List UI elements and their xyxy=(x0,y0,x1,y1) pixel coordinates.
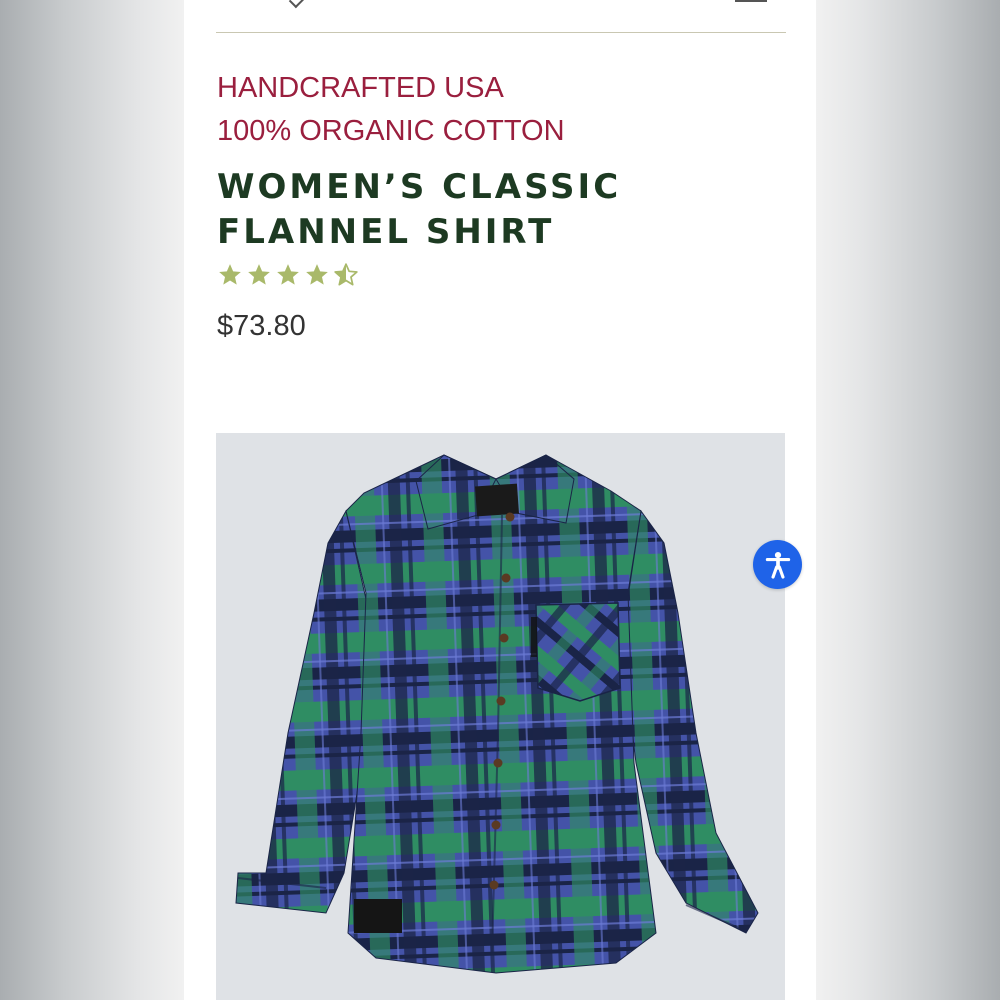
star-full-icon xyxy=(219,264,241,285)
menu-icon[interactable] xyxy=(735,0,767,2)
star-full-icon xyxy=(277,264,299,285)
product-eyebrow-origin: HANDCRAFTED USA xyxy=(217,72,504,104)
star-half-icon xyxy=(334,263,358,286)
product-title-line2: FLANNEL SHIRT xyxy=(217,212,555,252)
star-full-icon xyxy=(248,264,270,285)
right-background xyxy=(816,0,1000,1000)
star-full-icon xyxy=(306,264,328,285)
product-rating[interactable] xyxy=(217,262,359,288)
back-chevron-icon[interactable] xyxy=(288,0,308,9)
accessibility-person-icon xyxy=(765,551,790,579)
product-title-line1: WOMEN’S CLASSIC xyxy=(217,167,622,207)
product-title: WOMEN’S CLASSIC FLANNEL SHIRT xyxy=(217,165,621,255)
left-background xyxy=(0,0,184,1000)
product-price: $73.80 xyxy=(217,310,306,342)
product-eyebrow-material: 100% ORGANIC COTTON xyxy=(217,115,565,147)
accessibility-button[interactable] xyxy=(753,540,802,589)
header-divider xyxy=(216,32,786,33)
product-page: HANDCRAFTED USA 100% ORGANIC COTTON WOME… xyxy=(184,0,816,1000)
plaid-flannel-shirt-icon xyxy=(235,454,759,974)
product-image[interactable] xyxy=(216,433,785,1000)
